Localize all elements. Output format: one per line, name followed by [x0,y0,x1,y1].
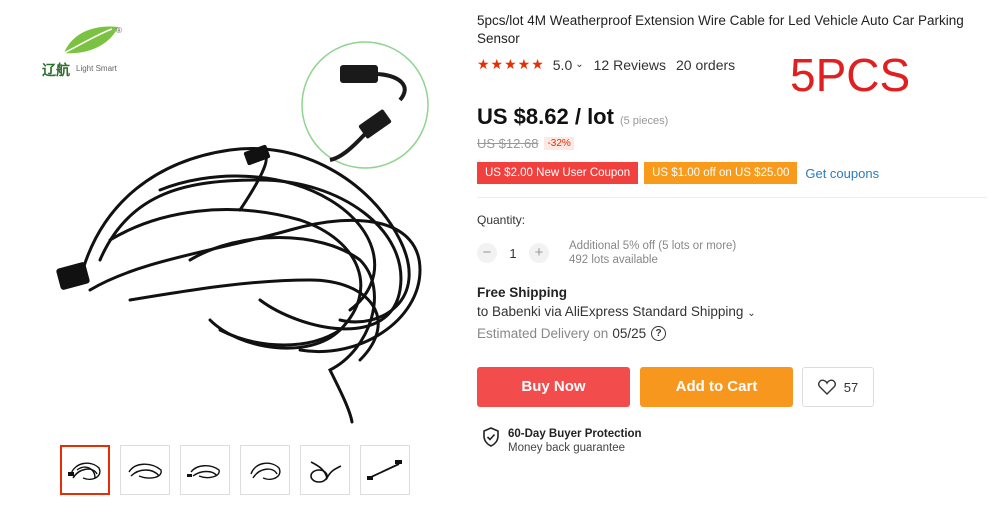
original-price: US $12.68 [477,136,539,151]
quantity-increase-button[interactable]: + [529,243,549,263]
thumbnail-strip [60,445,410,495]
orders-count: 20 orders [676,56,736,73]
new-user-coupon[interactable]: US $2.00 New User Coupon [477,162,639,184]
add-to-cart-button[interactable]: Add to Cart [640,367,793,407]
shipping-method[interactable]: to Babenki via AliExpress Standard Shipp… [477,304,743,319]
rating-row: ★★★★★ 5.0 ⌄ 12 Reviews 20 orders [477,56,735,73]
product-title: 5pcs/lot 4M Weatherproof Extension Wire … [477,13,964,46]
free-shipping-label: Free Shipping [477,285,568,300]
protection-subtitle: Money back guarantee [508,442,625,454]
shield-check-icon [483,427,499,447]
pieces-note: (5 pieces) [619,115,669,127]
estimated-delivery-label: Estimated Delivery on [477,326,609,341]
divider [477,197,987,198]
pieces-overlay-label: 5PCS [790,49,911,101]
rating-value[interactable]: 5.0 [553,57,572,73]
quantity-info: Additional 5% off (5 lots or more) 492 l… [569,239,736,267]
store-coupon[interactable]: US $1.00 off on US $25.00 [644,162,798,184]
stock-available: 492 lots available [569,254,658,266]
chevron-down-icon[interactable]: ⌄ [747,308,755,319]
thumbnail-2[interactable] [120,445,170,495]
cable-split-thumbnail-icon [310,461,342,483]
quantity-label: Quantity: [477,213,526,227]
quantity-input[interactable]: 1 [497,246,529,261]
cable-connector-thumbnail-icon [367,460,402,480]
thumbnail-6[interactable] [360,445,410,495]
delivery-date: 05/25 [612,326,647,341]
cable-coil-thumbnail-icon [250,462,281,480]
protection-title: 60-Day Buyer Protection [508,428,642,440]
discount-badge: -32% [544,137,574,150]
heart-icon [817,379,836,395]
get-coupons-link[interactable]: Get coupons [805,166,879,181]
buy-now-button[interactable]: Buy Now [477,367,630,407]
cable-coil-thumbnail-icon [128,463,162,479]
cable-coil-thumbnail-icon [68,462,101,480]
thumbnail-5[interactable] [300,445,350,495]
chevron-down-icon[interactable]: ⌄ [575,59,583,70]
help-icon[interactable]: ? [651,326,667,341]
bulk-discount-note: Additional 5% off (5 lots or more) [569,240,737,252]
product-main-image[interactable] [40,30,440,430]
cable-coil-thumbnail-icon [187,465,220,479]
quantity-stepper: − 1 + Additional 5% off (5 lots or more)… [477,239,736,267]
reviews-link[interactable]: 12 Reviews [594,57,666,73]
shipping-destination[interactable]: to Babenki via AliExpress Standard Shipp… [477,304,756,319]
wishlist-count: 57 [843,379,859,395]
thumbnail-3[interactable] [180,445,230,495]
coupon-row: US $2.00 New User Coupon US $1.00 off on… [477,162,879,184]
star-rating-icon: ★★★★★ [477,56,545,72]
thumbnail-1[interactable] [60,445,110,495]
original-price-row: US $12.68 -32% [477,136,574,151]
estimated-delivery: Estimated Delivery on 05/25 ? [477,326,667,341]
wishlist-button[interactable]: 57 [802,367,874,407]
current-price: US $8.62 / lot [477,104,614,129]
price-row: US $8.62 / lot (5 pieces) [477,104,668,130]
thumbnail-4[interactable] [240,445,290,495]
quantity-decrease-button[interactable]: − [477,243,497,263]
buyer-protection: 60-Day Buyer Protection Money back guara… [482,427,642,455]
